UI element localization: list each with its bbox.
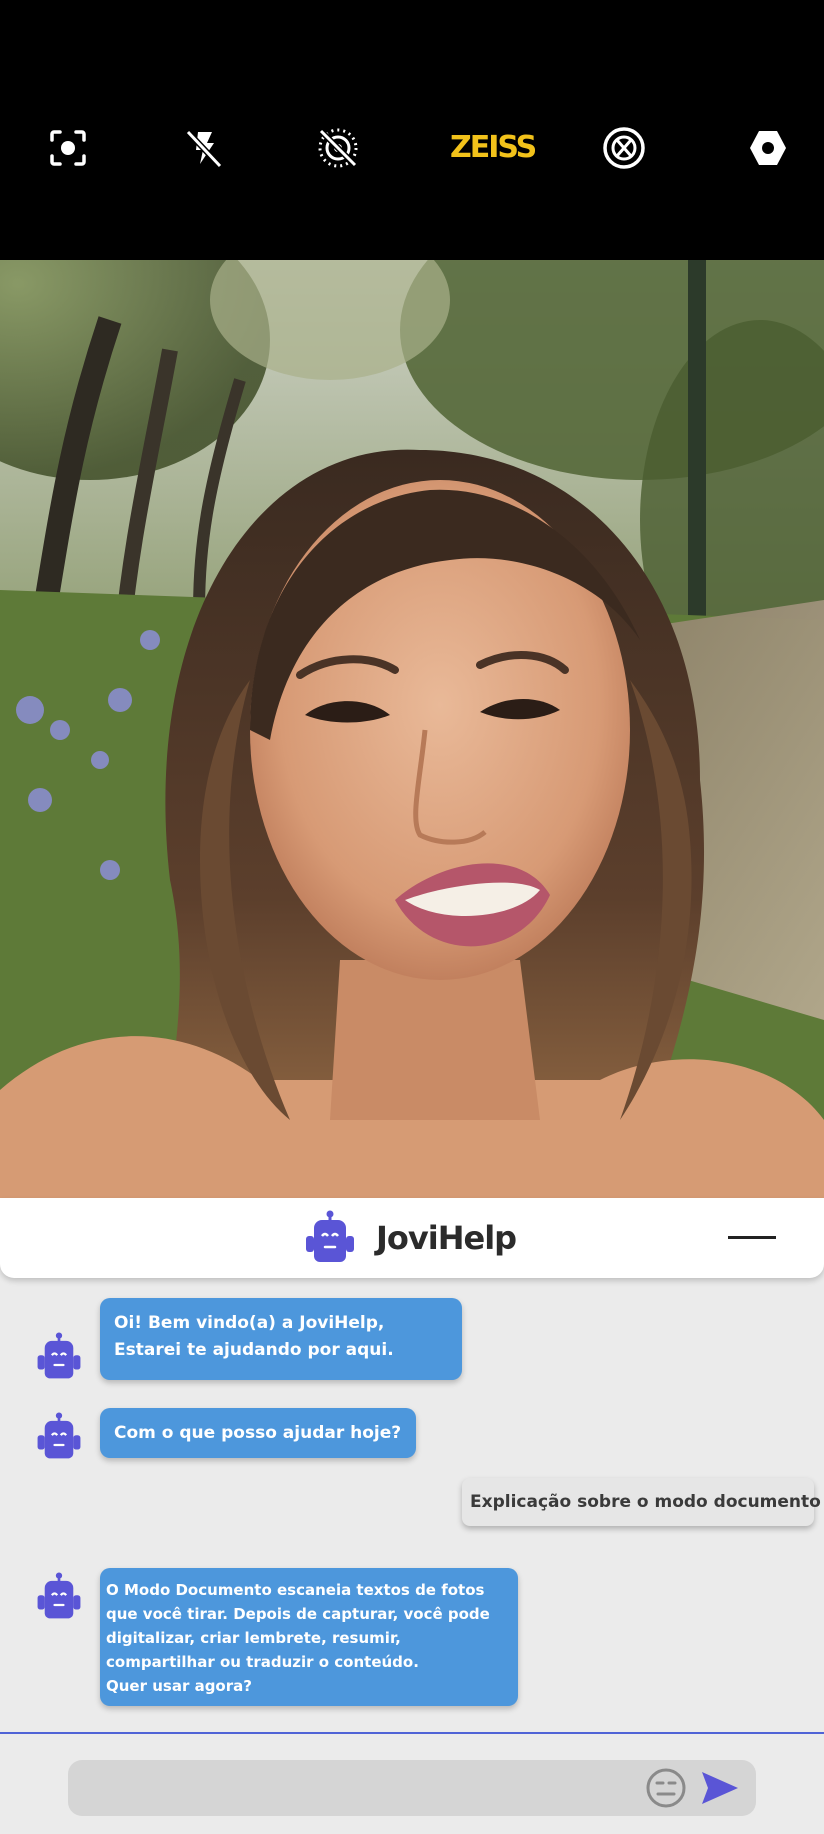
send-button[interactable]: [698, 1768, 742, 1808]
bot-avatar-icon: [34, 1412, 84, 1462]
camera-viewfinder-photo[interactable]: [0, 260, 824, 1198]
bot-avatar-icon: [34, 1572, 84, 1622]
emoji-button[interactable]: [644, 1766, 688, 1810]
chat-brand: JoviHelp: [302, 1206, 517, 1270]
composer-divider: [0, 1732, 824, 1734]
focus-frame-icon[interactable]: [44, 124, 92, 172]
message-input[interactable]: [86, 1768, 646, 1808]
live-photo-off-icon[interactable]: [314, 124, 362, 172]
send-arrow-icon: [702, 1772, 738, 1804]
camera-top-bar: ZEISS: [0, 0, 824, 260]
message-composer: [68, 1760, 756, 1816]
robot-logo-icon: [302, 1210, 358, 1266]
chat-title: JoviHelp: [376, 1219, 517, 1257]
zeiss-brand-label[interactable]: ZEISS: [450, 128, 537, 168]
chat-header: JoviHelp: [0, 1198, 824, 1278]
bot-message-bubble: O Modo Documento escaneia textos de foto…: [100, 1568, 518, 1706]
filter-off-icon[interactable]: [600, 124, 648, 172]
bot-avatar-icon: [34, 1332, 84, 1382]
bot-message-bubble: Com o que posso ajudar hoje?: [100, 1408, 416, 1458]
flash-off-icon[interactable]: [180, 124, 228, 172]
user-message-bubble: Explicação sobre o modo documento: [462, 1478, 821, 1526]
bot-message-bubble: Oi! Bem vindo(a) a JoviHelp, Estarei te …: [100, 1298, 462, 1380]
neutral-face-icon: [646, 1768, 686, 1808]
jovihelp-chat-panel: JoviHelp Oi! Bem vindo(a) a JoviHelp, Es…: [0, 1198, 824, 1834]
minimize-chat-button[interactable]: [728, 1236, 776, 1239]
settings-hexagon-icon[interactable]: [744, 124, 792, 172]
